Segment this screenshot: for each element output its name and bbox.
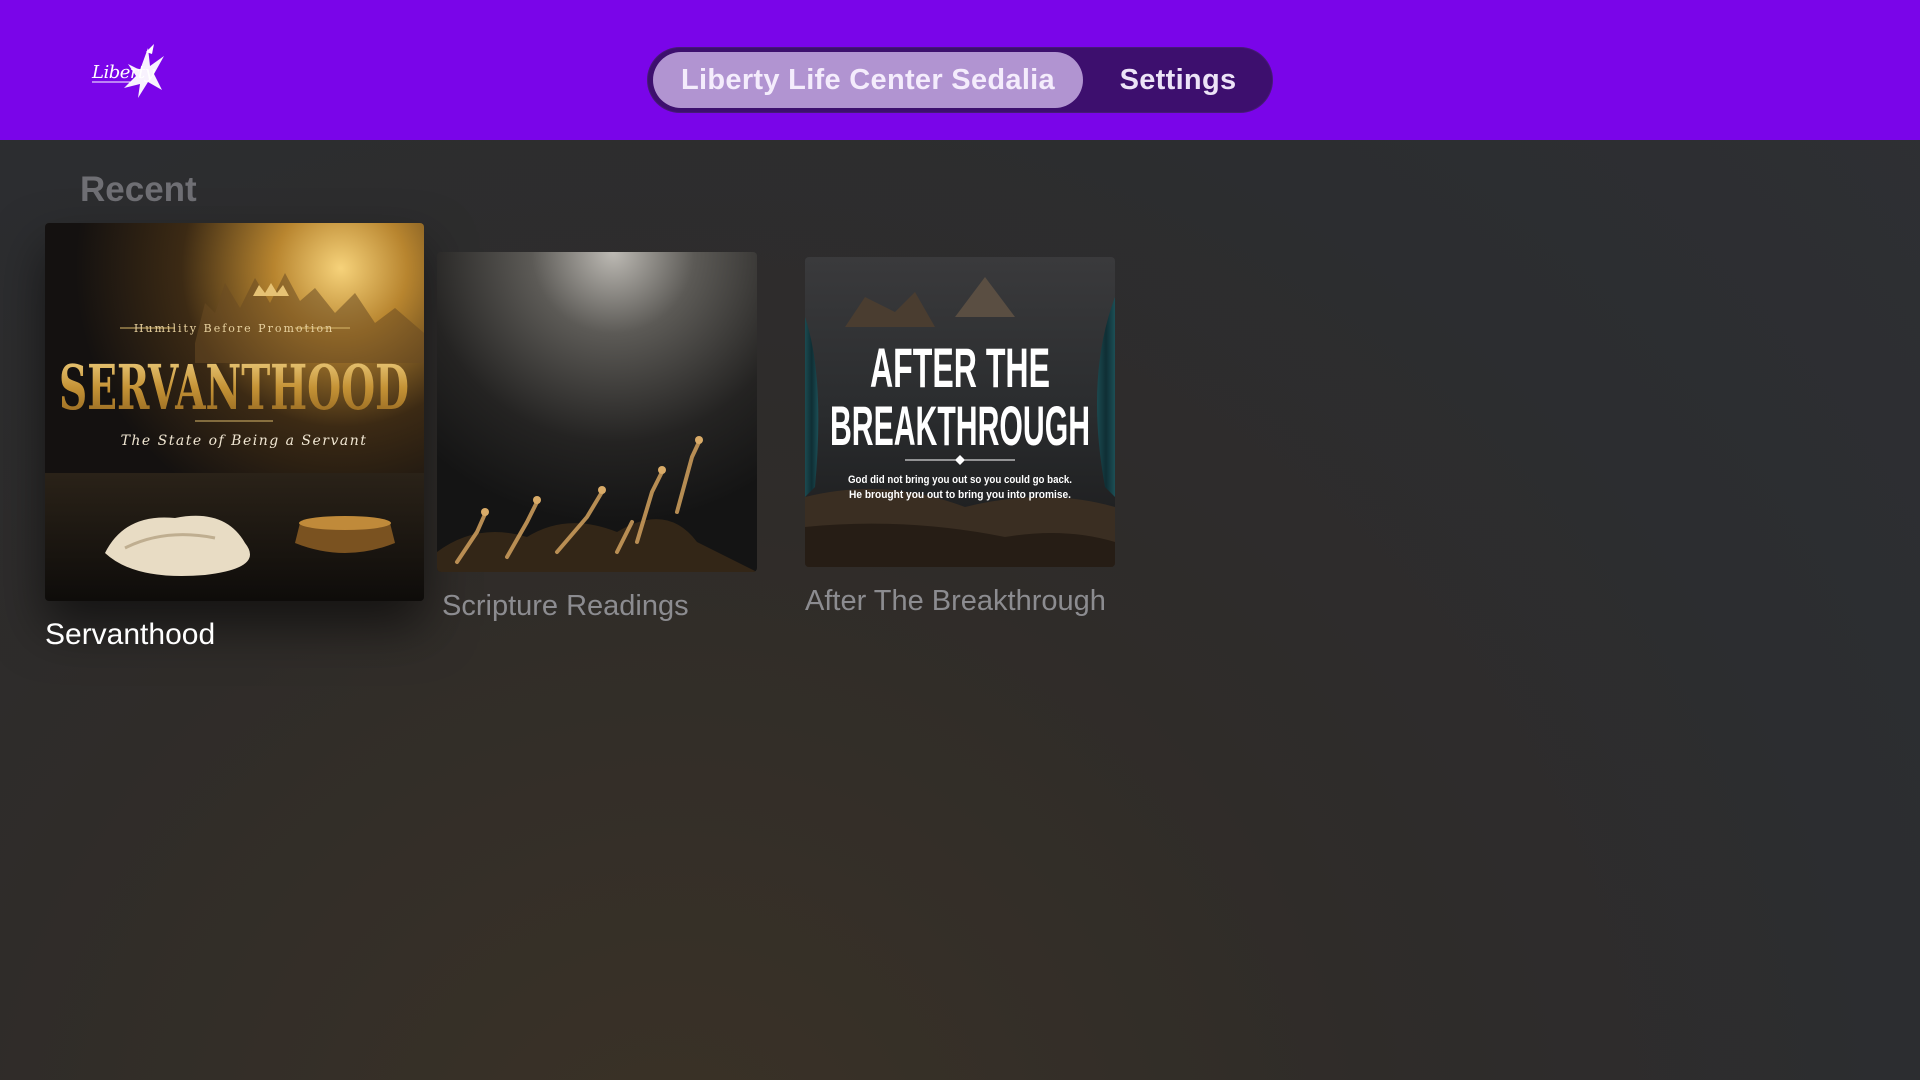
artwork-title-line1: AFTER THE bbox=[870, 336, 1050, 399]
artwork-caption-line2: He brought you out to bring you into pro… bbox=[849, 489, 1071, 501]
after-the-breakthrough-artwork: AFTER THE BREAKTHROUGH God did not bring… bbox=[805, 257, 1115, 567]
top-navigation-bar: Liberty Liberty Life Center Sedalia Sett… bbox=[0, 0, 1920, 140]
artwork-caption-line1: God did not bring you out so you could g… bbox=[848, 474, 1072, 486]
media-card-label: After The Breakthrough bbox=[805, 585, 1106, 617]
media-card-label: Servanthood bbox=[45, 618, 216, 651]
scripture-readings-artwork bbox=[437, 252, 757, 572]
artwork-title-line2: BREAKTHROUGH bbox=[830, 394, 1090, 457]
media-card-after-the-breakthrough[interactable]: AFTER THE BREAKTHROUGH God did not bring… bbox=[805, 257, 1115, 567]
media-card-label: Scripture Readings bbox=[442, 590, 689, 622]
tab-liberty-life-center-sedalia[interactable]: Liberty Life Center Sedalia bbox=[653, 52, 1083, 108]
section-title-recent: Recent bbox=[80, 170, 197, 209]
media-card-servanthood[interactable]: Humility Before Promotion SERVANTHOOD Th… bbox=[45, 223, 424, 601]
logo-wordmark: Liberty bbox=[92, 62, 155, 83]
tab-settings[interactable]: Settings bbox=[1087, 52, 1269, 108]
nav-tab-bar: Liberty Life Center Sedalia Settings bbox=[647, 47, 1273, 113]
servanthood-artwork: Humility Before Promotion SERVANTHOOD Th… bbox=[45, 223, 424, 601]
artwork-tagline: Humility Before Promotion bbox=[134, 322, 334, 335]
media-card-scripture-readings[interactable] bbox=[437, 252, 757, 572]
liberty-logo: Liberty bbox=[88, 42, 168, 104]
artwork-subtitle: The State of Being a Servant bbox=[121, 433, 368, 449]
artwork-title: SERVANTHOOD bbox=[59, 351, 409, 424]
